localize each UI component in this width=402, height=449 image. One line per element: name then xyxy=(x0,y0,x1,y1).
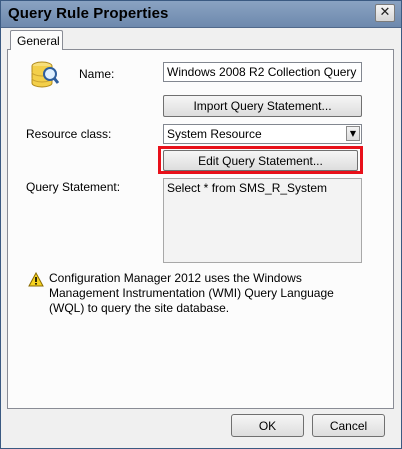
database-query-icon xyxy=(31,61,60,88)
query-statement-field[interactable]: Select * from SMS_R_System xyxy=(163,178,362,263)
query-rule-properties-dialog: Query Rule Properties ✕ General Name: Wi… xyxy=(0,0,402,449)
resource-class-label: Resource class: xyxy=(26,127,112,141)
resource-class-value: System Resource xyxy=(167,127,262,141)
title-bar: Query Rule Properties ✕ xyxy=(1,1,401,28)
cancel-button[interactable]: Cancel xyxy=(312,414,385,437)
ok-button[interactable]: OK xyxy=(231,414,304,437)
warning-icon xyxy=(28,272,44,287)
wql-info-note: Configuration Manager 2012 uses the Wind… xyxy=(49,271,334,315)
name-label: Name: xyxy=(79,67,115,81)
import-query-statement-button[interactable]: Import Query Statement... xyxy=(163,95,362,117)
window-title: Query Rule Properties xyxy=(8,5,169,22)
name-field[interactable]: Windows 2008 R2 Collection Query xyxy=(163,62,362,82)
highlight-box xyxy=(158,146,363,174)
resource-class-select[interactable]: System Resource ▼ xyxy=(163,124,362,144)
query-statement-label: Query Statement: xyxy=(26,180,121,194)
chevron-down-icon[interactable]: ▼ xyxy=(346,126,360,141)
tab-general[interactable]: General xyxy=(10,30,63,50)
close-button[interactable]: ✕ xyxy=(375,4,395,22)
